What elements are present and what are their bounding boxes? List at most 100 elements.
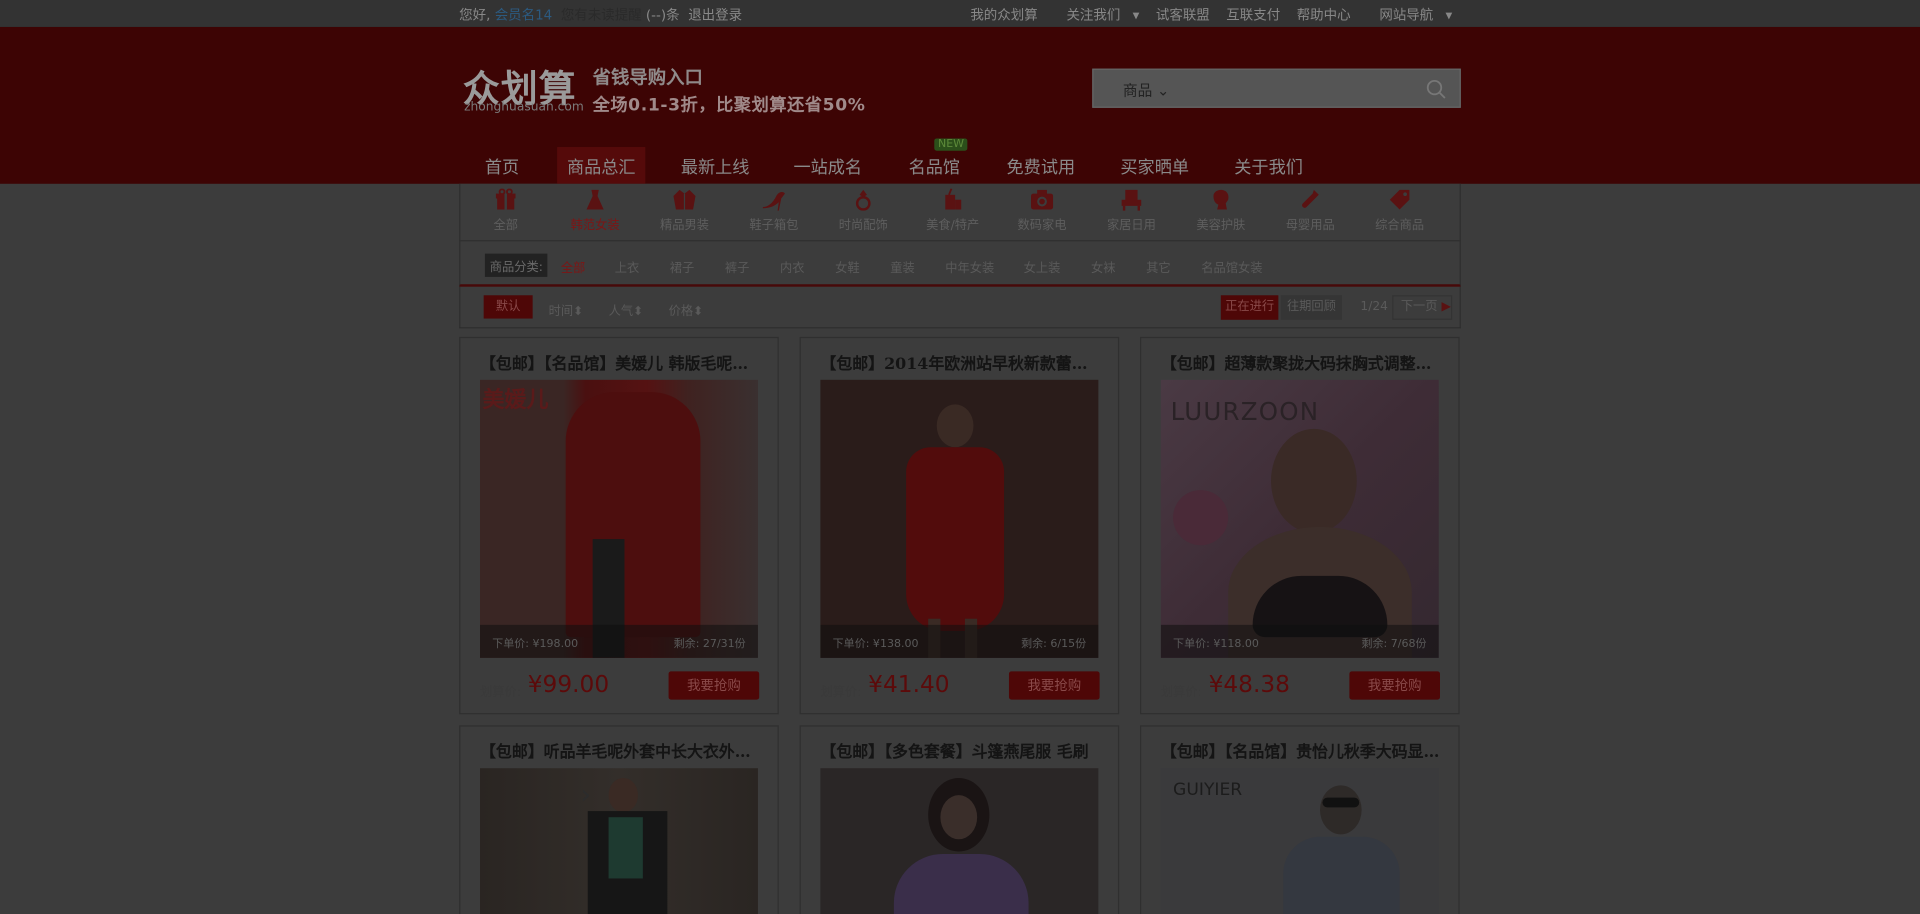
product-card[interactable]: 【包邮】2014年欧洲站早秋新款蕾丝裙 下单价: ¥138.00 剩余: 6/1… <box>799 336 1120 715</box>
sort-time-button[interactable]: 时间⬍ <box>549 300 584 318</box>
category-misc[interactable]: 综合商品 <box>1357 189 1443 233</box>
filter-tops[interactable]: 上衣 <box>615 257 639 275</box>
product-card[interactable]: 【包邮】【多色套餐】斗篷燕尾服 毛刷 <box>799 725 1120 914</box>
product-image[interactable]: LUURZOON 下单价: ¥118.00 剩余: 7/68份 <box>1160 379 1439 658</box>
filter-other[interactable]: 其它 <box>1146 257 1170 275</box>
unread-link[interactable]: 您有未读提醒 <box>561 7 642 23</box>
filter-skirts[interactable]: 裙子 <box>670 257 694 275</box>
filter-pants[interactable]: 裤子 <box>725 257 749 275</box>
face-icon <box>1213 189 1229 210</box>
filter-all[interactable]: 全部 <box>561 257 585 275</box>
site-nav-link[interactable]: 网站导航 ▾ <box>1367 7 1452 23</box>
nav-about[interactable]: 关于我们 <box>1234 154 1303 179</box>
search-category-select[interactable]: 商品 ⌄ <box>1103 80 1189 101</box>
filter-brand-women[interactable]: 名品馆女装 <box>1201 257 1262 275</box>
category-home[interactable]: 家居日用 <box>1089 189 1175 233</box>
sort-popularity-button[interactable]: 人气⬍ <box>609 300 644 318</box>
help-link[interactable]: 帮助中心 <box>1297 7 1351 23</box>
category-label: 全部 <box>493 219 518 233</box>
nav-new[interactable]: 最新上线 <box>681 154 750 179</box>
category-bar: 全部 韩范女装 精品男装 鞋子箱包 时尚配饰 美食/特产 数码家电 家居日用 美… <box>459 183 1461 241</box>
sort-popularity-label: 人气 <box>608 305 634 319</box>
product-title[interactable]: 【包邮】【名品馆】美媛儿 韩版毛呢大衣女装 <box>480 350 762 373</box>
logo-domain: zhonghuasuan.com <box>464 100 584 114</box>
nav-famous[interactable]: 一站成名 <box>793 154 862 179</box>
sort-arrow-icon: ⬍ <box>573 305 584 319</box>
tab-past[interactable]: 往期回顾 <box>1280 295 1343 320</box>
product-image[interactable]: 下单价: ¥138.00 剩余: 6/15份 <box>820 379 1099 658</box>
product-title[interactable]: 【包邮】2014年欧洲站早秋新款蕾丝裙 <box>820 350 1102 373</box>
category-digital[interactable]: 数码家电 <box>999 189 1085 233</box>
brand-watermark: LUURZOON <box>1170 396 1320 427</box>
product-card[interactable]: 【包邮】听品羊毛呢外套中长大衣外套女装 › <box>459 725 779 914</box>
category-beauty[interactable]: 美容护肤 <box>1178 189 1264 233</box>
product-card[interactable]: 【包邮】【名品馆】贵怡儿秋季大码显瘦女装 GUIYIER <box>1140 725 1460 914</box>
tryout-link[interactable]: 试客联盟 <box>1156 7 1210 23</box>
category-label: 美容护肤 <box>1196 219 1246 233</box>
deal-price-label: 划算价: <box>820 686 862 700</box>
top-bar: 您好, 会员名14 您有未读提醒 (--)条 退出登录 我的众划算 关注我们 ▾ … <box>0 0 1920 27</box>
buy-button[interactable]: 我要抢购 <box>1349 671 1441 700</box>
category-label: 鞋子箱包 <box>749 219 799 233</box>
category-accessories[interactable]: 时尚配饰 <box>820 189 906 233</box>
logout-link[interactable]: 退出登录 <box>688 7 742 23</box>
nav-home[interactable]: 首页 <box>485 154 519 179</box>
product-title[interactable]: 【包邮】【多色套餐】斗篷燕尾服 毛刷 <box>820 739 1102 762</box>
filter-socks[interactable]: 女袜 <box>1091 257 1115 275</box>
product-title[interactable]: 【包邮】【名品馆】贵怡儿秋季大码显瘦女装 <box>1161 739 1443 762</box>
chevron-down-icon: ▾ <box>1445 7 1453 24</box>
nav-free-trial[interactable]: 免费试用 <box>1007 154 1076 179</box>
unread-count: (--)条 <box>645 7 680 24</box>
sort-time-label: 时间 <box>548 305 574 319</box>
product-image[interactable]: › <box>480 768 758 914</box>
slogan-secondary: 全场0.1-3折，比聚划算还省50% <box>592 95 866 116</box>
product-card[interactable]: 【包邮】【名品馆】美媛儿 韩版毛呢大衣女装 美媛儿 下单价: ¥198.00 剩… <box>459 336 779 715</box>
username-link[interactable]: 会员名14 <box>495 7 553 23</box>
category-baby[interactable]: 母婴用品 <box>1267 189 1353 233</box>
deal-price-label: 划算价: <box>480 686 521 700</box>
next-page-button[interactable]: 下一页 ▶ <box>1392 295 1453 320</box>
page-indicator: 1/24 <box>1360 300 1388 314</box>
product-image[interactable]: GUIYIER <box>1160 768 1439 914</box>
sort-default-button[interactable]: 默认 <box>483 295 533 319</box>
category-food[interactable]: 美食/特产 <box>910 188 996 233</box>
follow-us-label: 关注我们 <box>1066 7 1121 24</box>
category-label: 时尚配饰 <box>838 219 888 233</box>
category-label: 家居日用 <box>1106 219 1156 233</box>
site-nav-label: 网站导航 <box>1379 7 1434 24</box>
filter-middle-aged[interactable]: 中年女装 <box>945 257 994 275</box>
follow-us-link[interactable]: 关注我们 ▾ <box>1054 7 1139 23</box>
my-account-link[interactable]: 我的众划算 <box>970 7 1037 23</box>
nav-all-products[interactable]: 商品总汇 <box>557 147 646 184</box>
product-card[interactable]: 【包邮】超薄款聚拢大码抹胸式调整型文胸 LUURZOON 下单价: ¥118.0… <box>1140 336 1460 715</box>
tab-ongoing[interactable]: 正在进行 <box>1220 295 1279 320</box>
gift-icon <box>495 188 516 210</box>
product-image[interactable]: 美媛儿 下单价: ¥198.00 剩余: 27/31份 <box>480 379 758 658</box>
remaining-stock: 剩余: 7/68份 <box>1361 638 1427 651</box>
search-category-label: 商品 <box>1122 82 1153 100</box>
buy-button[interactable]: 我要抢购 <box>668 671 760 700</box>
filter-kids[interactable]: 童装 <box>890 257 914 275</box>
buy-button[interactable]: 我要抢购 <box>1008 671 1100 700</box>
category-women[interactable]: 韩范女装 <box>552 189 638 233</box>
site-header: 众划算 zhonghuasuan.com 省钱导购入口 全场0.1-3折，比聚划… <box>0 26 1920 184</box>
product-title[interactable]: 【包邮】听品羊毛呢外套中长大衣外套女装 <box>480 739 762 762</box>
sort-price-button[interactable]: 价格⬍ <box>669 300 704 318</box>
top-links: 我的众划算 关注我们 ▾ 试客联盟 互联支付 帮助中心 网站导航 ▾ <box>958 5 1452 25</box>
filter-underwear[interactable]: 内衣 <box>780 257 804 275</box>
product-title[interactable]: 【包邮】超薄款聚拢大码抹胸式调整型文胸 <box>1161 350 1443 373</box>
category-label: 综合商品 <box>1375 219 1425 233</box>
payment-link[interactable]: 互联支付 <box>1226 7 1280 23</box>
filter-shoes[interactable]: 女鞋 <box>835 257 859 275</box>
category-all[interactable]: 全部 <box>463 188 549 233</box>
filter-women-tops[interactable]: 女上装 <box>1024 257 1061 275</box>
remaining-stock: 剩余: 27/31份 <box>673 638 746 651</box>
category-men[interactable]: 精品男装 <box>642 189 728 233</box>
search-icon[interactable] <box>1425 78 1447 100</box>
nav-brand-hall[interactable]: 名品馆 <box>909 154 960 179</box>
product-image[interactable] <box>820 768 1099 914</box>
heel-icon <box>762 191 785 211</box>
category-shoes-bags[interactable]: 鞋子箱包 <box>731 189 817 233</box>
search-box[interactable]: 商品 ⌄ <box>1092 68 1461 108</box>
nav-buyer-show[interactable]: 买家晒单 <box>1120 154 1189 179</box>
